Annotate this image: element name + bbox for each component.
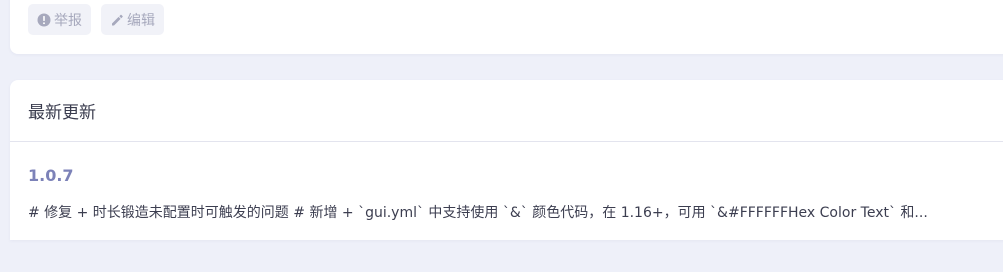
changelog-summary: # 修复 + 时长锻造未配置时可触发的问题 # 新增 + `gui.yml` 中…	[28, 205, 928, 221]
latest-updates-header: 最新更新	[10, 80, 1003, 142]
latest-updates-card: 最新更新 1.0.7 # 修复 + 时长锻造未配置时可触发的问题 # 新增 + …	[10, 80, 1003, 240]
edit-button-label: 编辑	[127, 12, 155, 29]
report-button-label: 举报	[54, 12, 82, 29]
action-bar: 举报 编辑	[28, 4, 164, 35]
version-link[interactable]: 1.0.7	[28, 166, 74, 185]
pencil-icon	[110, 13, 124, 27]
latest-updates-title: 最新更新	[28, 103, 96, 123]
edit-button[interactable]: 编辑	[101, 4, 164, 35]
report-button[interactable]: 举报	[28, 4, 91, 35]
alert-circle-icon	[37, 13, 51, 27]
resource-info-card: 举报 编辑	[10, 0, 1003, 54]
